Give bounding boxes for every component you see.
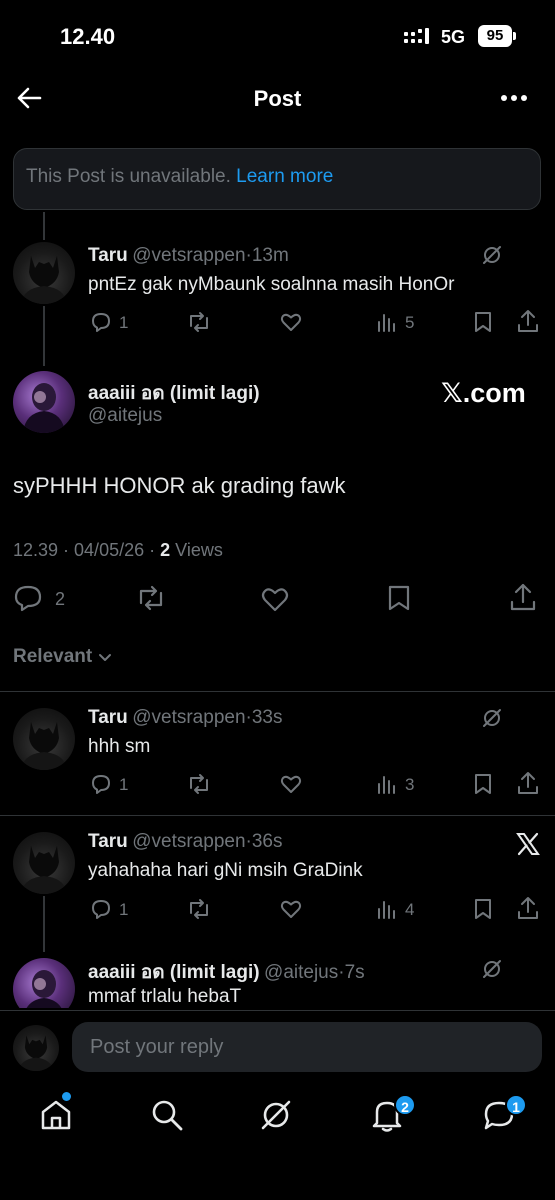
sort-label: Relevant bbox=[13, 646, 93, 667]
avatar[interactable] bbox=[13, 708, 75, 770]
home-dot bbox=[62, 1092, 71, 1101]
battery-tip bbox=[513, 32, 516, 40]
reply-count: 1 bbox=[119, 313, 129, 332]
reply-header: Taru @vetsrappen·13m bbox=[88, 245, 289, 266]
views-count: 3 bbox=[405, 775, 415, 794]
signal-icon bbox=[404, 28, 430, 46]
reply-icon[interactable] bbox=[89, 772, 113, 796]
author-handle[interactable]: @vetsrappen bbox=[132, 245, 245, 266]
post-time: 13m bbox=[251, 245, 289, 266]
views-count: 4 bbox=[405, 900, 415, 919]
author-name[interactable]: Taru bbox=[88, 707, 128, 728]
views-number: 2 bbox=[160, 540, 171, 560]
post-time: 36s bbox=[251, 831, 283, 852]
thread-connector bbox=[43, 306, 45, 366]
grok-icon[interactable] bbox=[481, 958, 503, 980]
author-name[interactable]: Taru bbox=[88, 831, 128, 852]
nav-home[interactable] bbox=[38, 1097, 74, 1133]
author-handle[interactable]: @aitejus bbox=[88, 405, 162, 427]
reply-input-placeholder: Post your reply bbox=[90, 1036, 224, 1058]
post-timestamp: 12.39 · 04/05/26 · bbox=[13, 540, 156, 560]
bookmark-icon[interactable] bbox=[472, 772, 494, 796]
reply-count: 2 bbox=[55, 589, 66, 609]
bookmark-icon[interactable] bbox=[472, 310, 494, 334]
reply-header: Taru @vetsrappen·36s bbox=[88, 831, 283, 852]
reply-count: 1 bbox=[119, 900, 129, 919]
x-logo-icon bbox=[515, 831, 541, 857]
thread-connector bbox=[43, 896, 45, 952]
status-time: 12.40 bbox=[60, 24, 116, 49]
page-title: Post bbox=[253, 86, 302, 111]
repost-icon[interactable] bbox=[186, 897, 212, 921]
avatar[interactable] bbox=[13, 371, 75, 433]
battery-level: 95 bbox=[486, 27, 504, 44]
like-icon[interactable] bbox=[279, 772, 303, 796]
unavailable-text: This Post is unavailable. bbox=[26, 166, 231, 187]
author-handle[interactable]: @vetsrappen bbox=[132, 707, 245, 728]
reply-text: mmaf trlalu hebaT bbox=[88, 986, 242, 1007]
network-type: 5G bbox=[441, 27, 466, 47]
bookmark-icon[interactable] bbox=[386, 584, 412, 612]
grok-icon[interactable] bbox=[481, 244, 503, 266]
post-meta: 12.39 · 04/05/26 · 2 Views bbox=[13, 540, 223, 561]
notifications-badge: 2 bbox=[394, 1094, 416, 1116]
author-name[interactable]: aaaiii อด (limit lagi) bbox=[88, 378, 260, 408]
more-options-icon[interactable] bbox=[500, 94, 528, 102]
unavailable-notice: This Post is unavailable. Learn more bbox=[13, 148, 541, 210]
nav-grok[interactable] bbox=[259, 1098, 293, 1132]
post-time: 7s bbox=[344, 962, 365, 983]
avatar[interactable] bbox=[13, 242, 75, 304]
reply-icon[interactable] bbox=[89, 897, 113, 921]
repost-icon[interactable] bbox=[186, 772, 212, 796]
share-icon[interactable] bbox=[516, 770, 540, 796]
learn-more-link[interactable]: Learn more bbox=[236, 166, 333, 187]
x-com-watermark: 𝕏.com bbox=[441, 378, 526, 408]
views-count: 5 bbox=[405, 313, 415, 332]
divider bbox=[0, 691, 555, 692]
share-icon[interactable] bbox=[516, 308, 540, 334]
like-icon[interactable] bbox=[279, 897, 303, 921]
share-icon[interactable] bbox=[516, 895, 540, 921]
reply-icon[interactable] bbox=[13, 584, 43, 612]
author-name[interactable]: Taru bbox=[88, 245, 128, 266]
views-icon[interactable] bbox=[376, 310, 398, 334]
like-icon[interactable] bbox=[260, 585, 290, 613]
author-handle[interactable]: @vetsrappen bbox=[132, 831, 245, 852]
like-icon[interactable] bbox=[279, 310, 303, 334]
reply-text: yahahaha hari gNi msih GraDink bbox=[88, 860, 363, 881]
views-icon[interactable] bbox=[376, 772, 398, 796]
views-label: Views bbox=[175, 540, 223, 560]
share-icon[interactable] bbox=[509, 582, 537, 612]
reply-icon[interactable] bbox=[89, 310, 113, 334]
reply-input[interactable]: Post your reply bbox=[72, 1022, 542, 1072]
thread-connector bbox=[43, 212, 45, 240]
author-handle[interactable]: @aitejus bbox=[264, 962, 338, 983]
repost-icon[interactable] bbox=[186, 310, 212, 334]
repost-icon[interactable] bbox=[135, 584, 167, 612]
reply-count: 1 bbox=[119, 775, 129, 794]
reply-text: hhh sm bbox=[88, 736, 151, 757]
avatar[interactable] bbox=[13, 832, 75, 894]
reply-4-clip: aaaiii อด (limit lagi) @aitejus·7s mmaf … bbox=[0, 952, 555, 1008]
divider bbox=[0, 815, 555, 816]
messages-badge: 1 bbox=[505, 1094, 527, 1116]
status-bar: 12.40 5G 95 bbox=[0, 0, 555, 70]
grok-icon[interactable] bbox=[481, 707, 503, 729]
author-name[interactable]: aaaiii อด (limit lagi) bbox=[88, 962, 260, 983]
avatar[interactable] bbox=[13, 958, 75, 1008]
battery-icon: 95 bbox=[478, 25, 512, 47]
views-icon[interactable] bbox=[376, 897, 398, 921]
reply-text: pntEz gak nyMbaunk soalnna masih HonOr bbox=[88, 274, 455, 295]
bookmark-icon[interactable] bbox=[472, 897, 494, 921]
post-time: 33s bbox=[251, 707, 283, 728]
composer-avatar bbox=[13, 1025, 59, 1071]
reply-header: Taru @vetsrappen·33s bbox=[88, 707, 283, 728]
divider bbox=[0, 1010, 555, 1011]
chevron-down-icon bbox=[97, 652, 113, 664]
reply-header: aaaiii อด (limit lagi) @aitejus·7s bbox=[88, 962, 365, 983]
post-text: syPHHH HONOR ak grading fawk bbox=[13, 473, 346, 498]
nav-search[interactable] bbox=[150, 1098, 184, 1132]
sort-dropdown[interactable]: Relevant bbox=[13, 646, 113, 668]
